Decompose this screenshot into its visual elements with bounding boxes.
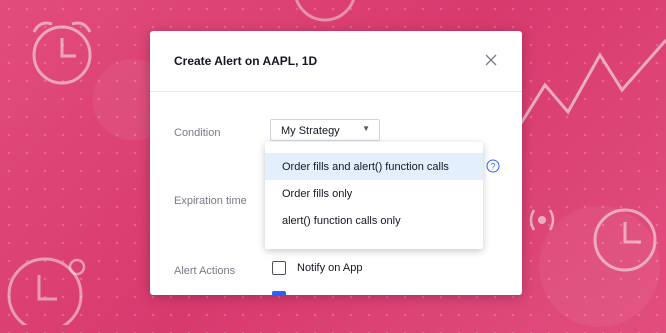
chevron-down-icon: ▼: [362, 124, 370, 133]
condition-label: Condition: [174, 127, 221, 139]
svg-text:?: ?: [490, 162, 495, 172]
dropdown-item-order-fills-only[interactable]: Order fills only: [265, 180, 483, 207]
create-alert-dialog: Create Alert on AAPL, 1D Condition My St…: [150, 31, 522, 295]
expiration-label: Expiration time: [174, 195, 247, 207]
question-circle-icon[interactable]: ?: [486, 159, 500, 173]
dialog-header: Create Alert on AAPL, 1D: [150, 31, 522, 92]
close-button[interactable]: [482, 51, 500, 69]
condition-select[interactable]: My Strategy ▼: [270, 119, 380, 141]
dialog-title: Create Alert on AAPL, 1D: [174, 54, 318, 68]
dropdown-item-label: alert() function calls only: [282, 215, 401, 227]
dropdown-item-alert-calls-only[interactable]: alert() function calls only: [265, 207, 483, 234]
condition-dropdown-menu: Order fills and alert() function calls O…: [265, 142, 483, 249]
notify-on-app-checkbox[interactable]: [272, 261, 286, 275]
close-icon: [485, 54, 497, 66]
dropdown-item-label: Order fills and alert() function calls: [282, 161, 449, 173]
notify-on-app-label[interactable]: Notify on App: [297, 262, 362, 274]
next-checkbox-partial[interactable]: [272, 291, 286, 295]
condition-select-value: My Strategy: [281, 125, 340, 137]
dropdown-item-order-fills-and-alert[interactable]: Order fills and alert() function calls: [265, 153, 483, 180]
dropdown-item-label: Order fills only: [282, 188, 353, 200]
alert-actions-label: Alert Actions: [174, 265, 236, 277]
